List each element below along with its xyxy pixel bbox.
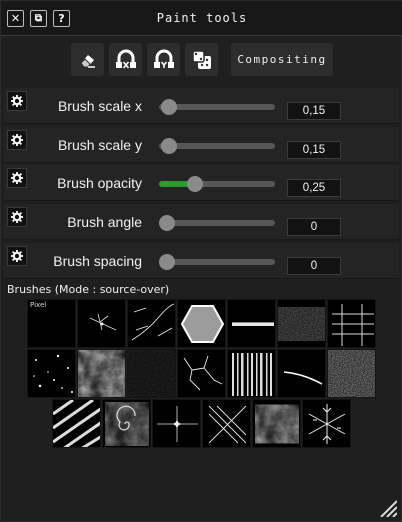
slider-track[interactable] — [159, 99, 275, 115]
swirl-brush[interactable] — [102, 399, 151, 448]
slider-knob[interactable] — [161, 99, 178, 115]
slider-knob[interactable] — [159, 254, 175, 270]
grid-brush[interactable] — [327, 299, 376, 348]
slider-value-field[interactable]: 0 — [287, 218, 341, 236]
crack-brush[interactable] — [177, 349, 226, 398]
slider-label: Brush opacity — [57, 175, 142, 191]
slider-value-field[interactable]: 0,25 — [287, 179, 341, 197]
eraser-button[interactable] — [71, 43, 104, 76]
slider-label: Brush scale y — [57, 137, 142, 153]
title-bar: ✕ ⧉ ? Paint tools — [1, 1, 402, 36]
scratch-brush[interactable] — [127, 299, 176, 348]
gear-icon[interactable] — [7, 130, 27, 150]
speckle-brush[interactable] — [127, 349, 176, 398]
random-button[interactable] — [185, 43, 218, 76]
slider-label: Brush spacing — [53, 253, 142, 269]
gear-icon[interactable] — [7, 168, 27, 188]
line-brush[interactable] — [227, 299, 276, 348]
slider-label: Brush angle — [67, 214, 142, 230]
paint-tools-panel: ✕ ⧉ ? Paint tools Compositing Brush scal… — [0, 0, 402, 522]
pixel-brush-label: Pixel — [30, 301, 47, 309]
noise-brush[interactable] — [277, 299, 326, 348]
slider-value-field[interactable]: 0,15 — [287, 141, 341, 159]
toolbar: Compositing — [1, 43, 402, 79]
slider-track[interactable] — [159, 254, 275, 270]
stripes-brush[interactable] — [227, 349, 276, 398]
slider-row-brush-scale-x: Brush scale x 0,15 — [4, 88, 399, 124]
slider-row-brush-spacing: Brush spacing 0 — [4, 243, 399, 279]
diagonal-brush[interactable] — [52, 399, 101, 448]
lock-x-icon — [115, 49, 136, 69]
slider-track[interactable] — [159, 176, 275, 192]
hexagon-brush[interactable] — [177, 299, 226, 348]
lock-y-button[interactable] — [147, 43, 180, 76]
static-brush[interactable] — [327, 349, 376, 398]
snowflake-brush[interactable] — [302, 399, 351, 448]
cross-brush[interactable] — [202, 399, 251, 448]
dots-brush[interactable] — [27, 349, 76, 398]
slider-value-field[interactable]: 0 — [287, 257, 341, 275]
slider-knob[interactable] — [186, 176, 203, 192]
dice-icon — [191, 49, 211, 69]
window-title: Paint tools — [156, 11, 248, 25]
slider-value-field[interactable]: 0,15 — [287, 102, 341, 120]
slider-row-brush-opacity: Brush opacity 0,25 — [4, 165, 399, 201]
star-brush[interactable] — [152, 399, 201, 448]
eraser-icon — [79, 54, 95, 68]
resize-handle-icon[interactable] — [377, 497, 397, 517]
slider-fill — [159, 181, 189, 187]
brushes-heading: Brushes (Mode : source-over) — [7, 283, 170, 296]
gear-icon[interactable] — [7, 246, 27, 266]
slider-knob[interactable] — [159, 215, 175, 231]
gear-icon[interactable] — [7, 207, 27, 227]
slider-track[interactable] — [159, 215, 275, 231]
pixel-brush[interactable]: Pixel — [27, 299, 76, 348]
cloud-brush[interactable] — [77, 349, 126, 398]
gear-icon[interactable] — [7, 91, 27, 111]
slider-track[interactable] — [159, 138, 275, 154]
slider-row-brush-angle: Brush angle 0 — [4, 204, 399, 240]
lock-x-button[interactable] — [109, 43, 142, 76]
smoke-brush[interactable] — [252, 399, 301, 448]
slider-row-brush-scale-y: Brush scale y 0,15 — [4, 127, 399, 163]
compositing-button[interactable]: Compositing — [231, 43, 333, 76]
stroke-brush[interactable] — [277, 349, 326, 398]
splatter-brush[interactable] — [77, 299, 126, 348]
slider-knob[interactable] — [161, 138, 178, 154]
lock-y-icon — [153, 49, 174, 68]
slider-label: Brush scale x — [57, 98, 142, 114]
